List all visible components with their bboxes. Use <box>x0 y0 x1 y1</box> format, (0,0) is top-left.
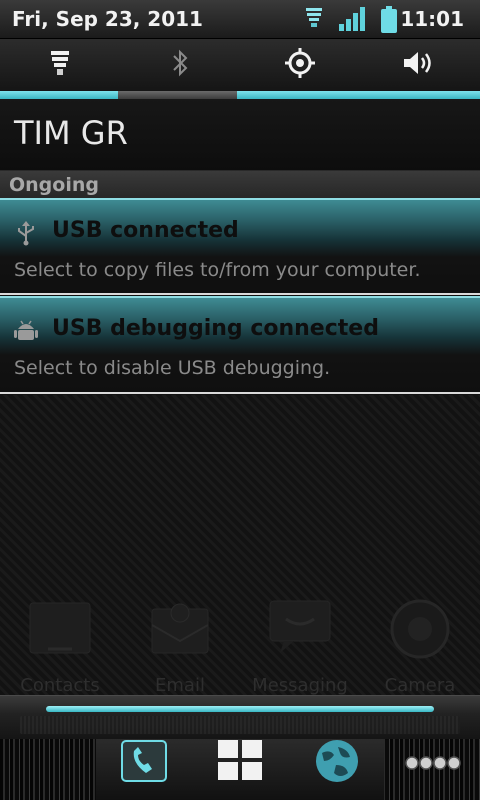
phone-icon[interactable] <box>120 739 170 787</box>
notification-divider <box>0 392 480 394</box>
browser-icon[interactable] <box>312 739 362 787</box>
sound-icon <box>402 49 438 81</box>
ghost-app-label: Contacts <box>20 675 100 696</box>
ghost-app-messaging: Messaging <box>250 595 350 696</box>
notification-drag-handle[interactable] <box>0 695 480 740</box>
camera-icon <box>370 599 470 669</box>
notification-subtitle: Select to copy files to/from your comput… <box>14 259 421 281</box>
toggle-sound[interactable] <box>360 39 480 91</box>
messaging-icon <box>250 600 350 669</box>
gps-icon <box>284 47 316 83</box>
notification-divider <box>0 293 480 295</box>
notification-title: USB connected <box>52 218 239 243</box>
usb-icon <box>14 220 38 250</box>
toggle-gps[interactable] <box>240 39 360 91</box>
toggle-state-bars <box>0 91 480 99</box>
notification-title: USB debugging connected <box>52 316 379 341</box>
handle-grip[interactable] <box>46 706 434 712</box>
ghost-app-camera: Camera <box>370 595 470 696</box>
handle-texture <box>20 716 460 734</box>
battery-icon <box>380 6 398 38</box>
notification-usb-connected[interactable]: USB connected Select to copy files to/fr… <box>0 198 480 295</box>
bluetooth-icon <box>170 48 190 82</box>
ghost-app-label: Email <box>155 675 205 696</box>
android-debug-icon <box>14 318 38 348</box>
quick-toggles <box>0 39 480 91</box>
toggle-bluetooth[interactable] <box>120 39 240 91</box>
toggle-indicator-bluetooth <box>118 91 237 99</box>
launcher-dock <box>0 739 480 800</box>
contacts-icon <box>10 602 110 669</box>
more-dots-icon[interactable] <box>404 755 464 775</box>
toggle-indicator-flashlight <box>0 91 118 99</box>
flashlight-icon <box>304 6 324 36</box>
carrier-bar: TIM GR <box>0 99 480 171</box>
notification-subtitle: Select to disable USB debugging. <box>14 357 331 379</box>
ghost-app-label: Messaging <box>252 675 348 696</box>
status-bar: Fri, Sep 23, 2011 11:01 <box>0 0 480 39</box>
toggle-indicator-gps-sound <box>237 91 480 99</box>
carrier-name: TIM GR <box>14 114 128 152</box>
status-time: 11:01 <box>400 7 464 31</box>
notification-usb-debugging[interactable]: USB debugging connected Select to disabl… <box>0 296 480 393</box>
section-header-label: Ongoing <box>9 174 99 196</box>
email-icon <box>130 603 230 669</box>
ghost-app-contacts: Contacts <box>10 595 110 696</box>
ghost-app-label: Camera <box>384 675 456 696</box>
ghost-app-email: Email <box>130 595 230 696</box>
flashlight-icon <box>49 49 71 81</box>
app-drawer-icon[interactable] <box>216 739 264 787</box>
section-header: Ongoing <box>0 171 480 199</box>
toggle-flashlight[interactable] <box>0 39 120 91</box>
status-date: Fri, Sep 23, 2011 <box>12 7 203 31</box>
signal-icon <box>338 6 366 36</box>
